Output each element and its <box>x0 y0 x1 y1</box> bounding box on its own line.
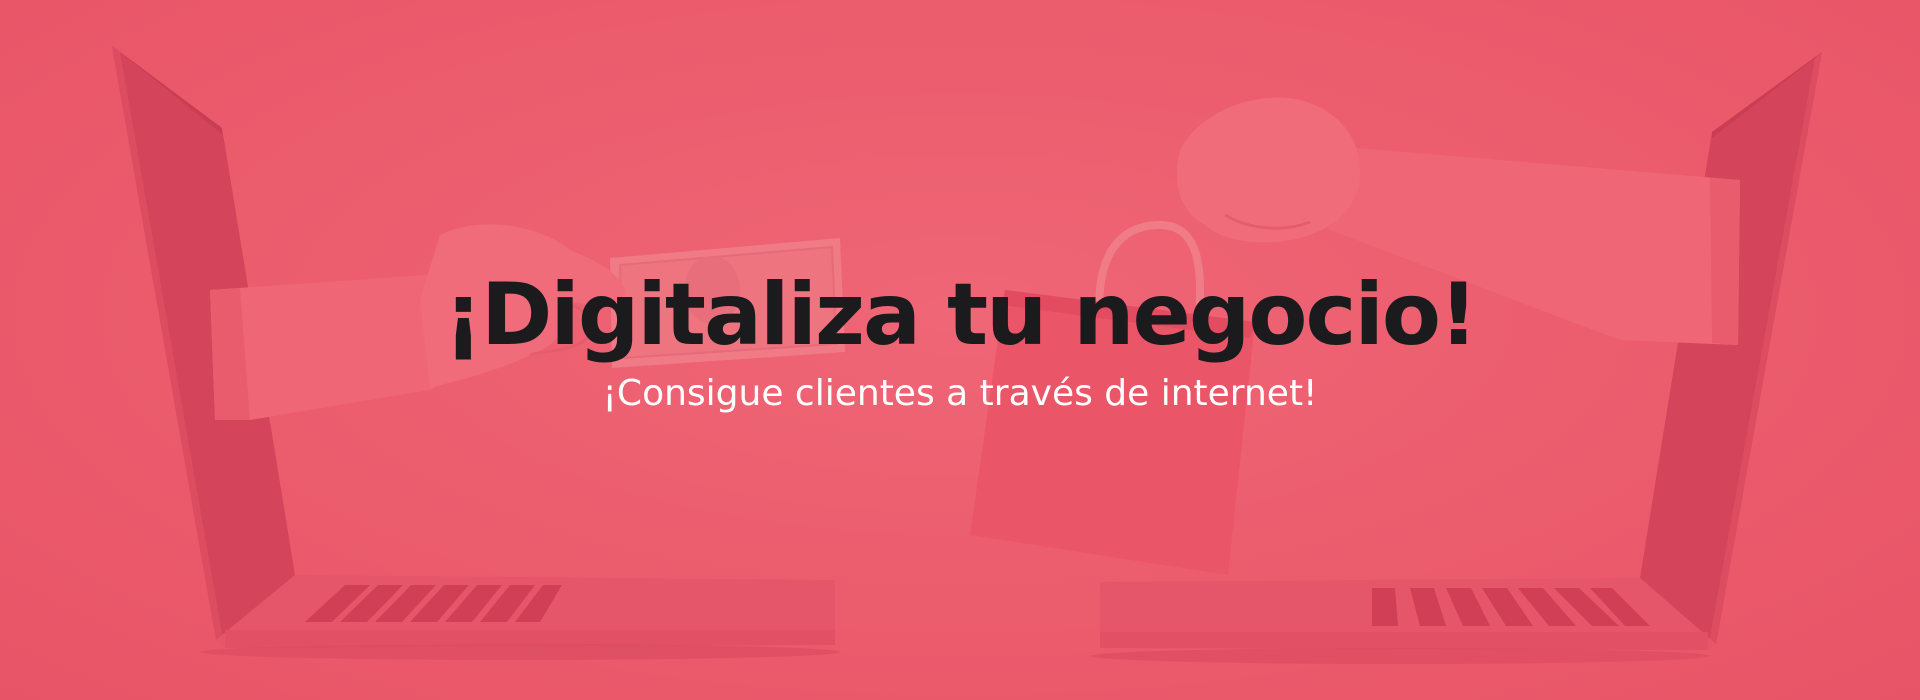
hero-banner: ¡Digitaliza tu negocio! ¡Consigue client… <box>0 0 1920 700</box>
hero-subtitle: ¡Consigue clientes a través de internet! <box>602 373 1318 414</box>
hero-text-block: ¡Digitaliza tu negocio! ¡Consigue client… <box>0 265 1920 417</box>
hero-title: ¡Digitaliza tu negocio! <box>443 265 1479 365</box>
